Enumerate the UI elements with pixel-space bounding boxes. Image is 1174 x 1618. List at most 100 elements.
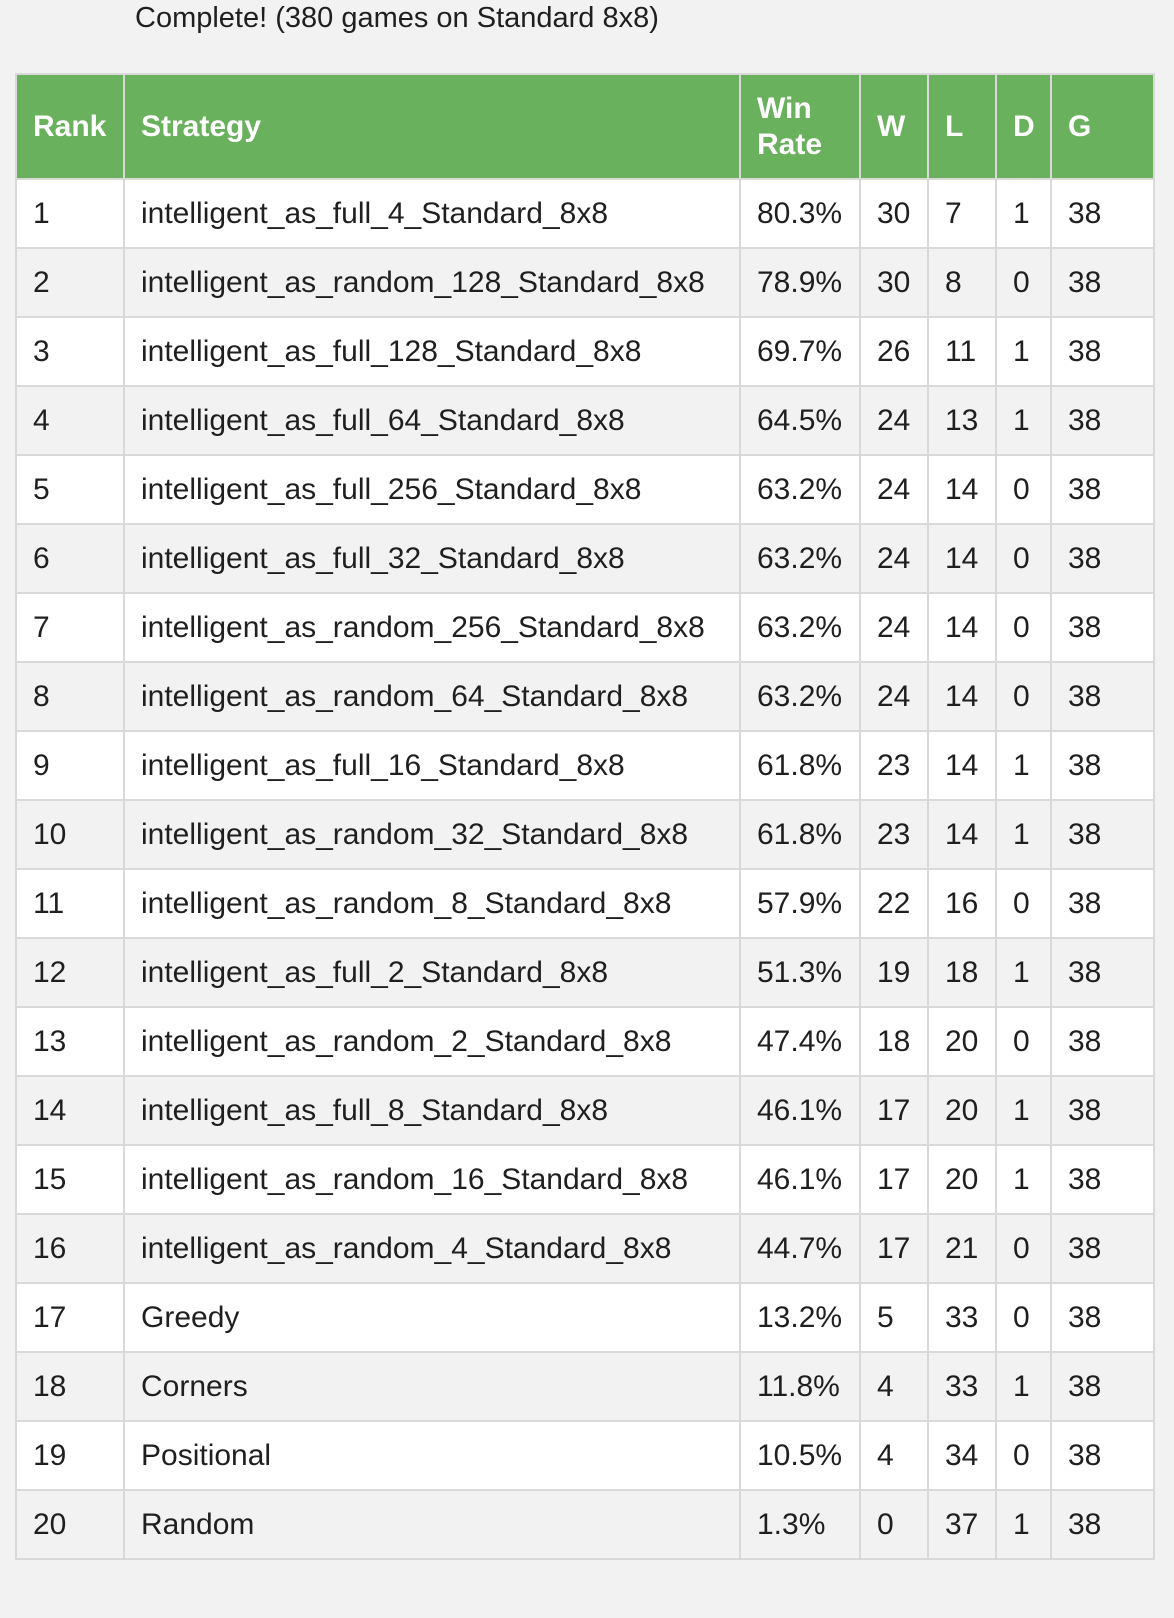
cell-losses: 18 — [927, 937, 997, 1008]
header-draws: D — [995, 73, 1052, 180]
cell-wins: 19 — [859, 937, 929, 1008]
completion-status: Complete! (380 games on Standard 8x8) — [135, 2, 659, 34]
cell-draws: 0 — [995, 1420, 1052, 1491]
cell-rank: 20 — [15, 1489, 125, 1560]
cell-wins: 5 — [859, 1282, 929, 1353]
cell-win-rate: 57.9% — [739, 868, 861, 939]
cell-draws: 1 — [995, 937, 1052, 1008]
cell-strategy: intelligent_as_random_2_Standard_8x8 — [123, 1006, 741, 1077]
cell-rank: 18 — [15, 1351, 125, 1422]
cell-draws: 1 — [995, 385, 1052, 456]
cell-draws: 0 — [995, 661, 1052, 732]
header-strategy: Strategy — [123, 73, 741, 180]
cell-losses: 21 — [927, 1213, 997, 1284]
cell-win-rate: 46.1% — [739, 1144, 861, 1215]
cell-wins: 26 — [859, 316, 929, 387]
cell-strategy: intelligent_as_full_4_Standard_8x8 — [123, 178, 741, 249]
cell-strategy: intelligent_as_random_64_Standard_8x8 — [123, 661, 741, 732]
cell-strategy: intelligent_as_full_256_Standard_8x8 — [123, 454, 741, 525]
cell-wins: 30 — [859, 178, 929, 249]
cell-games: 38 — [1050, 1075, 1155, 1146]
cell-rank: 9 — [15, 730, 125, 801]
table-row: 3 intelligent_as_full_128_Standard_8x8 69.… — [15, 316, 1155, 387]
cell-strategy: intelligent_as_full_8_Standard_8x8 — [123, 1075, 741, 1146]
cell-losses: 33 — [927, 1282, 997, 1353]
cell-strategy: intelligent_as_random_4_Standard_8x8 — [123, 1213, 741, 1284]
table-row: 6 intelligent_as_full_32_Standard_8x8 63.2… — [15, 523, 1155, 594]
cell-win-rate: 11.8% — [739, 1351, 861, 1422]
cell-games: 38 — [1050, 523, 1155, 594]
cell-draws: 1 — [995, 730, 1052, 801]
table-row: 4 intelligent_as_full_64_Standard_8x8 64.5… — [15, 385, 1155, 456]
cell-losses: 20 — [927, 1144, 997, 1215]
cell-wins: 17 — [859, 1075, 929, 1146]
cell-wins: 23 — [859, 799, 929, 870]
cell-wins: 24 — [859, 592, 929, 663]
cell-strategy: Greedy — [123, 1282, 741, 1353]
cell-games: 38 — [1050, 1144, 1155, 1215]
cell-games: 38 — [1050, 178, 1155, 249]
cell-losses: 34 — [927, 1420, 997, 1491]
cell-strategy: intelligent_as_random_32_Standard_8x8 — [123, 799, 741, 870]
cell-draws: 1 — [995, 316, 1052, 387]
cell-win-rate: 78.9% — [739, 247, 861, 318]
cell-win-rate: 10.5% — [739, 1420, 861, 1491]
cell-win-rate: 13.2% — [739, 1282, 861, 1353]
table-row: 12 intelligent_as_full_2_Standard_8x8 51.3… — [15, 937, 1155, 1008]
cell-draws: 1 — [995, 799, 1052, 870]
table-row: 13 intelligent_as_random_2_Standard_8x8 47… — [15, 1006, 1155, 1077]
table-row: 20 Random 1.3% 0 37 1 38 — [15, 1489, 1155, 1560]
cell-rank: 14 — [15, 1075, 125, 1146]
cell-games: 38 — [1050, 868, 1155, 939]
cell-games: 38 — [1050, 1420, 1155, 1491]
cell-draws: 1 — [995, 1351, 1052, 1422]
cell-strategy: intelligent_as_random_256_Standard_8x8 — [123, 592, 741, 663]
cell-draws: 0 — [995, 592, 1052, 663]
cell-strategy: intelligent_as_random_8_Standard_8x8 — [123, 868, 741, 939]
cell-strategy: intelligent_as_full_128_Standard_8x8 — [123, 316, 741, 387]
cell-wins: 4 — [859, 1351, 929, 1422]
cell-games: 38 — [1050, 592, 1155, 663]
cell-rank: 10 — [15, 799, 125, 870]
cell-wins: 18 — [859, 1006, 929, 1077]
cell-draws: 0 — [995, 454, 1052, 525]
cell-win-rate: 44.7% — [739, 1213, 861, 1284]
cell-losses: 7 — [927, 178, 997, 249]
table-row: 11 intelligent_as_random_8_Standard_8x8 57… — [15, 868, 1155, 939]
cell-losses: 14 — [927, 661, 997, 732]
cell-rank: 5 — [15, 454, 125, 525]
cell-rank: 15 — [15, 1144, 125, 1215]
cell-draws: 0 — [995, 1282, 1052, 1353]
results-table-body: 1 intelligent_as_full_4_Standard_8x8 80.3%… — [15, 178, 1155, 1560]
cell-wins: 0 — [859, 1489, 929, 1560]
cell-strategy: Positional — [123, 1420, 741, 1491]
cell-win-rate: 46.1% — [739, 1075, 861, 1146]
cell-wins: 17 — [859, 1213, 929, 1284]
cell-draws: 1 — [995, 178, 1052, 249]
cell-win-rate: 63.2% — [739, 592, 861, 663]
cell-strategy: intelligent_as_full_32_Standard_8x8 — [123, 523, 741, 594]
cell-win-rate: 64.5% — [739, 385, 861, 456]
results-table: Rank Strategy Win Rate W L D G 1 intellig… — [15, 73, 1155, 1560]
table-row: 9 intelligent_as_full_16_Standard_8x8 61.8… — [15, 730, 1155, 801]
cell-wins: 24 — [859, 523, 929, 594]
cell-draws: 1 — [995, 1489, 1052, 1560]
cell-draws: 0 — [995, 868, 1052, 939]
cell-draws: 0 — [995, 523, 1052, 594]
cell-rank: 1 — [15, 178, 125, 249]
cell-win-rate: 47.4% — [739, 1006, 861, 1077]
cell-strategy: Corners — [123, 1351, 741, 1422]
cell-games: 38 — [1050, 661, 1155, 732]
cell-win-rate: 63.2% — [739, 523, 861, 594]
cell-draws: 0 — [995, 247, 1052, 318]
cell-rank: 11 — [15, 868, 125, 939]
cell-games: 38 — [1050, 1351, 1155, 1422]
cell-losses: 14 — [927, 454, 997, 525]
header-rank: Rank — [15, 73, 125, 180]
table-row: 2 intelligent_as_random_128_Standard_8x8 7… — [15, 247, 1155, 318]
cell-rank: 6 — [15, 523, 125, 594]
cell-games: 38 — [1050, 385, 1155, 456]
table-row: 10 intelligent_as_random_32_Standard_8x8 6… — [15, 799, 1155, 870]
table-row: 14 intelligent_as_full_8_Standard_8x8 46.1… — [15, 1075, 1155, 1146]
cell-losses: 20 — [927, 1006, 997, 1077]
